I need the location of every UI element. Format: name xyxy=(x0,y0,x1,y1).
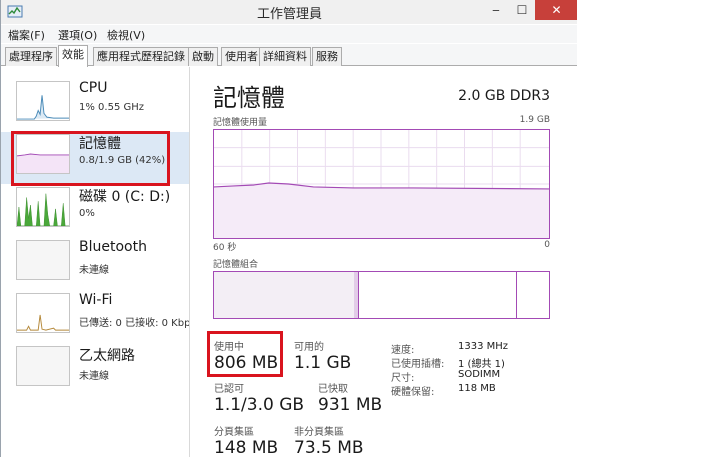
composition-divider xyxy=(516,272,517,318)
paged-pool-value: 148 MB xyxy=(214,438,279,457)
sidebar-item-detail: 1% 0.55 GHz xyxy=(79,102,145,113)
cpu-thumbnail-graph xyxy=(16,81,70,121)
sidebar-item-label: 磁碟 0 (C: D:) xyxy=(79,189,171,205)
sidebar-item-label: Wi-Fi xyxy=(79,292,113,308)
memory-highlight-box xyxy=(11,131,170,186)
menu-file[interactable]: 檔案(F) xyxy=(8,27,45,43)
menu-view[interactable]: 檢視(V) xyxy=(107,27,145,43)
graph-max-label: 1.9 GB xyxy=(519,115,550,125)
minimize-button[interactable]: ‒ xyxy=(483,0,509,20)
ethernet-thumbnail-graph xyxy=(16,346,70,386)
cached-value: 931 MB xyxy=(318,395,383,415)
paged-pool-label: 分頁集區 xyxy=(214,427,254,438)
tab-processes[interactable]: 處理程序 xyxy=(5,47,57,66)
tab-services[interactable]: 服務 xyxy=(312,47,342,66)
hardware-reserved-value: 118 MB xyxy=(458,383,496,394)
non-paged-pool-value: 73.5 MB xyxy=(294,438,364,457)
composition-title: 記憶體組合 xyxy=(213,260,259,270)
menu-bar: 檔案(F) 選項(O) 檢視(V) xyxy=(1,25,577,43)
sidebar-item-ethernet[interactable]: 乙太網路 未連線 xyxy=(1,344,189,396)
sidebar-item-disk[interactable]: 磁碟 0 (C: D:) 0% xyxy=(1,185,189,237)
page-title: 記憶體 xyxy=(213,84,285,112)
sidebar-item-label: Bluetooth xyxy=(79,239,147,255)
composition-modified-segment xyxy=(354,272,359,318)
tab-details[interactable]: 詳細資料 xyxy=(259,47,311,66)
composition-in-use-segment xyxy=(214,272,357,318)
sidebar-item-detail: 已傳送: 0 已接收: 0 Kbps xyxy=(79,318,190,329)
sidebar-item-wifi[interactable]: Wi-Fi 已傳送: 0 已接收: 0 Kbps xyxy=(1,291,190,343)
in-use-highlight-box xyxy=(207,331,283,377)
available-value: 1.1 GB xyxy=(294,353,352,373)
close-button[interactable]: ✕ xyxy=(535,0,577,20)
graph-time-end: 0 xyxy=(544,240,550,250)
committed-label: 已認可 xyxy=(214,384,244,395)
disk-thumbnail-graph xyxy=(16,187,70,227)
graph-time-start: 60 秒 xyxy=(213,243,237,253)
maximize-button[interactable]: ☐ xyxy=(509,0,535,20)
memory-composition-bar xyxy=(213,271,550,319)
resource-sidebar: CPU 1% 0.55 GHz 記憶體 0.8/1.9 GB (42%) 磁碟 … xyxy=(1,67,190,457)
tab-startup[interactable]: 啟動 xyxy=(188,47,218,66)
tab-performance[interactable]: 效能 xyxy=(58,45,88,67)
memory-type: 2.0 GB DDR3 xyxy=(458,88,550,104)
non-paged-pool-label: 非分頁集區 xyxy=(294,427,344,438)
committed-value: 1.1/3.0 GB xyxy=(214,395,305,415)
sidebar-item-detail: 未連線 xyxy=(79,371,109,382)
hardware-reserved-label: 硬體保留: xyxy=(391,387,435,398)
task-manager-window: 工作管理員 ‒ ☐ ✕ 檔案(F) 選項(O) 檢視(V) 處理程序 效能 應用… xyxy=(0,0,577,457)
bluetooth-thumbnail-graph xyxy=(16,240,70,280)
tab-app-history[interactable]: 應用程式歷程記錄 xyxy=(93,47,189,66)
sidebar-item-label: 乙太網路 xyxy=(79,348,135,364)
speed-label: 速度: xyxy=(391,345,415,356)
memory-detail-panel: 記憶體 2.0 GB DDR3 記憶體使用量 1.9 GB 60 秒 0 記憶體… xyxy=(191,67,577,457)
graph-title: 記憶體使用量 xyxy=(213,118,268,128)
form-factor-label: 尺寸: xyxy=(391,373,415,384)
tab-bar: 處理程序 效能 應用程式歷程記錄 啟動 使用者 詳細資料 服務 xyxy=(1,44,577,67)
cached-label: 已快取 xyxy=(318,384,348,395)
title-bar: 工作管理員 ‒ ☐ ✕ xyxy=(1,0,577,24)
sidebar-item-detail: 0% xyxy=(79,208,95,219)
available-label: 可用的 xyxy=(294,342,324,353)
tab-users[interactable]: 使用者 xyxy=(221,47,262,66)
sidebar-item-bluetooth[interactable]: Bluetooth 未連線 xyxy=(1,238,189,290)
sidebar-item-cpu[interactable]: CPU 1% 0.55 GHz xyxy=(1,79,189,131)
wifi-thumbnail-graph xyxy=(16,293,70,333)
speed-value: 1333 MHz xyxy=(458,341,509,352)
sidebar-item-detail: 未連線 xyxy=(79,265,109,276)
slots-value: 1 (總共 1) xyxy=(458,359,505,370)
slots-label: 已使用插槽: xyxy=(391,359,445,370)
form-factor-value: SODIMM xyxy=(458,369,501,380)
menu-options[interactable]: 選項(O) xyxy=(58,27,97,43)
sidebar-item-label: CPU xyxy=(79,80,108,96)
memory-usage-graph xyxy=(213,129,550,239)
